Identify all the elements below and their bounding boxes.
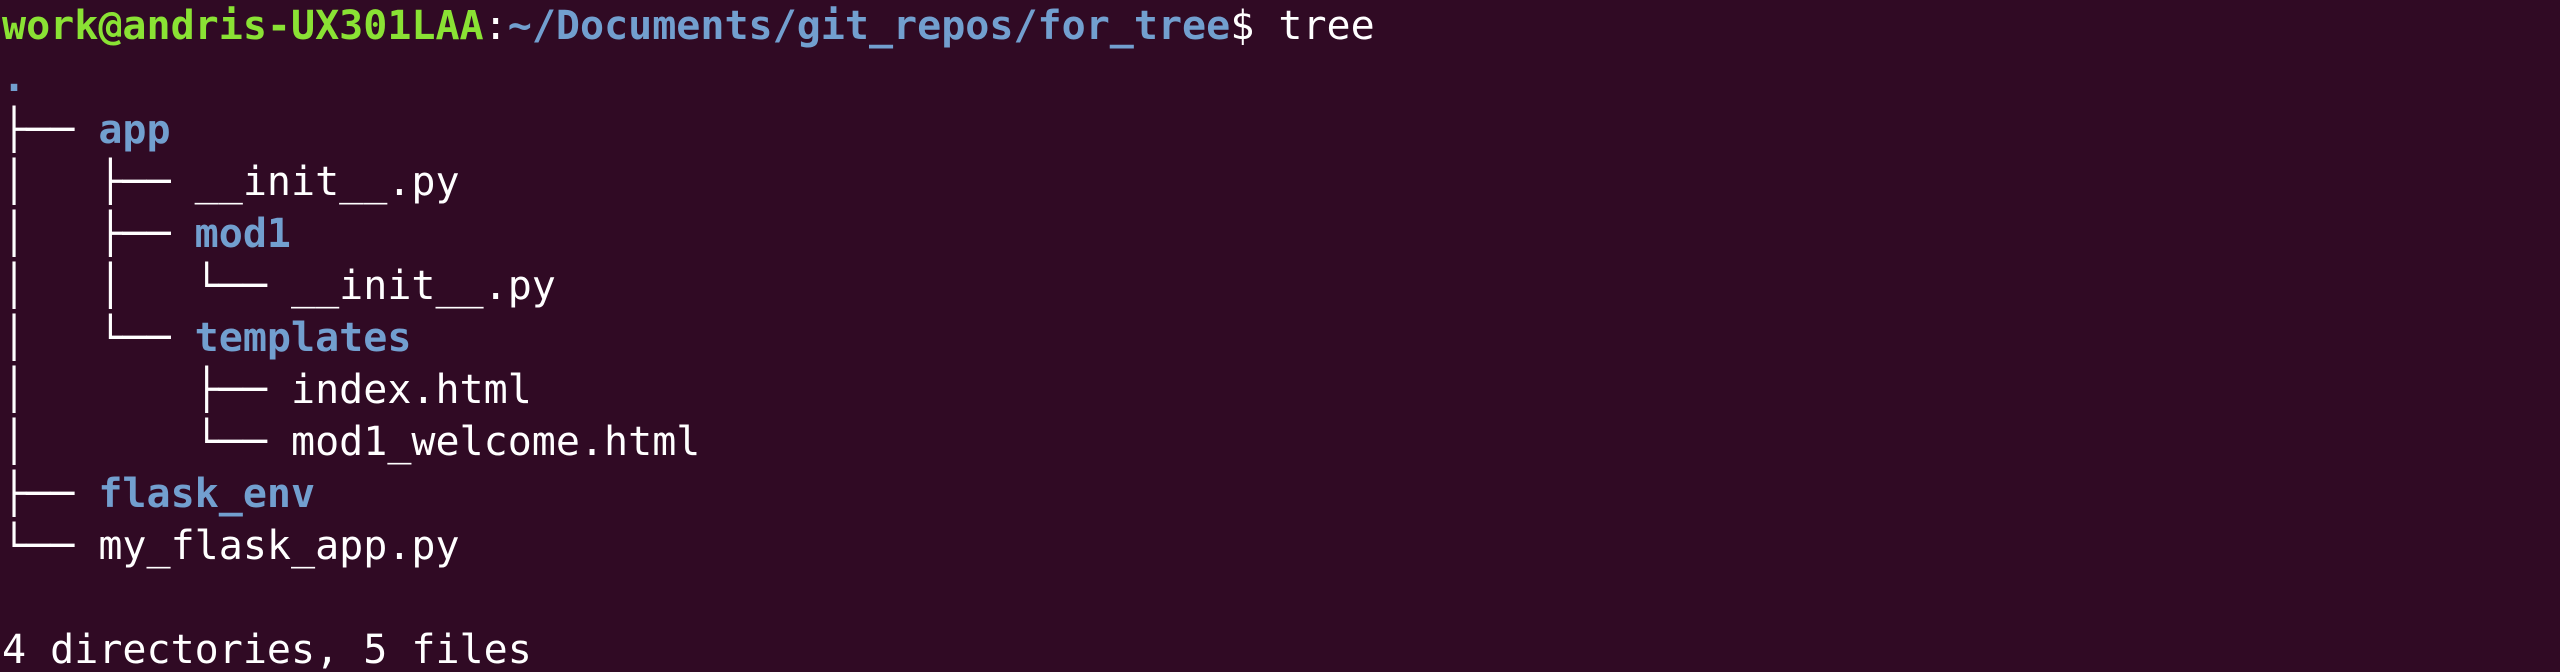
tree-dir-name: templates [194, 315, 412, 361]
tree-file-name: mod1_welcome.html [290, 419, 701, 465]
prompt-separator: : [483, 3, 508, 49]
terminal-window[interactable]: work@andris-UX301LAA:~/Documents/git_rep… [0, 0, 2560, 672]
tree-line-mod1: │ ├── mod1 [2, 208, 2560, 260]
prompt-symbol: $ [1230, 3, 1255, 49]
tree-prefix: │ ├── [2, 211, 195, 257]
tree-summary: 4 directories, 5 files [2, 627, 532, 672]
tree-prefix: └── [2, 523, 99, 569]
prompt-line: work@andris-UX301LAA:~/Documents/git_rep… [2, 0, 2560, 52]
tree-line-app-init: │ ├── __init__.py [2, 156, 2560, 208]
tree-dir-name: mod1 [194, 211, 291, 257]
tree-dir-name: flask_env [98, 471, 316, 517]
tree-prefix: │ │ └── [2, 263, 291, 309]
tree-prefix: │ ├── [2, 159, 195, 205]
tree-file-name: __init__.py [194, 159, 460, 205]
tree-file-name: index.html [290, 367, 532, 413]
prompt-command: tree [1254, 3, 1375, 49]
tree-line-mod1-init: │ │ └── __init__.py [2, 260, 2560, 312]
tree-prefix: │ └── [2, 419, 291, 465]
prompt-path: ~/Documents/git_repos/for_tree [507, 3, 1231, 49]
tree-line-app: ├── app [2, 104, 2560, 156]
tree-line-my-flask-app: └── my_flask_app.py [2, 520, 2560, 572]
tree-prefix: │ ├── [2, 367, 291, 413]
tree-file-name: my_flask_app.py [98, 523, 460, 569]
tree-line-templates: │ └── templates [2, 312, 2560, 364]
tree-prefix: ├── [2, 471, 99, 517]
tree-dir-name: . [2, 55, 27, 101]
tree-file-name: __init__.py [290, 263, 556, 309]
prompt-user-host: work@andris-UX301LAA [2, 3, 484, 49]
tree-line-flask-env: ├── flask_env [2, 468, 2560, 520]
tree-prefix: ├── [2, 107, 99, 153]
tree-prefix: │ └── [2, 315, 195, 361]
tree-line-mod1-welcome-html: │ └── mod1_welcome.html [2, 416, 2560, 468]
tree-dir-name: app [98, 107, 171, 153]
tree-line-index-html: │ ├── index.html [2, 364, 2560, 416]
tree-line-root: . [2, 52, 2560, 104]
